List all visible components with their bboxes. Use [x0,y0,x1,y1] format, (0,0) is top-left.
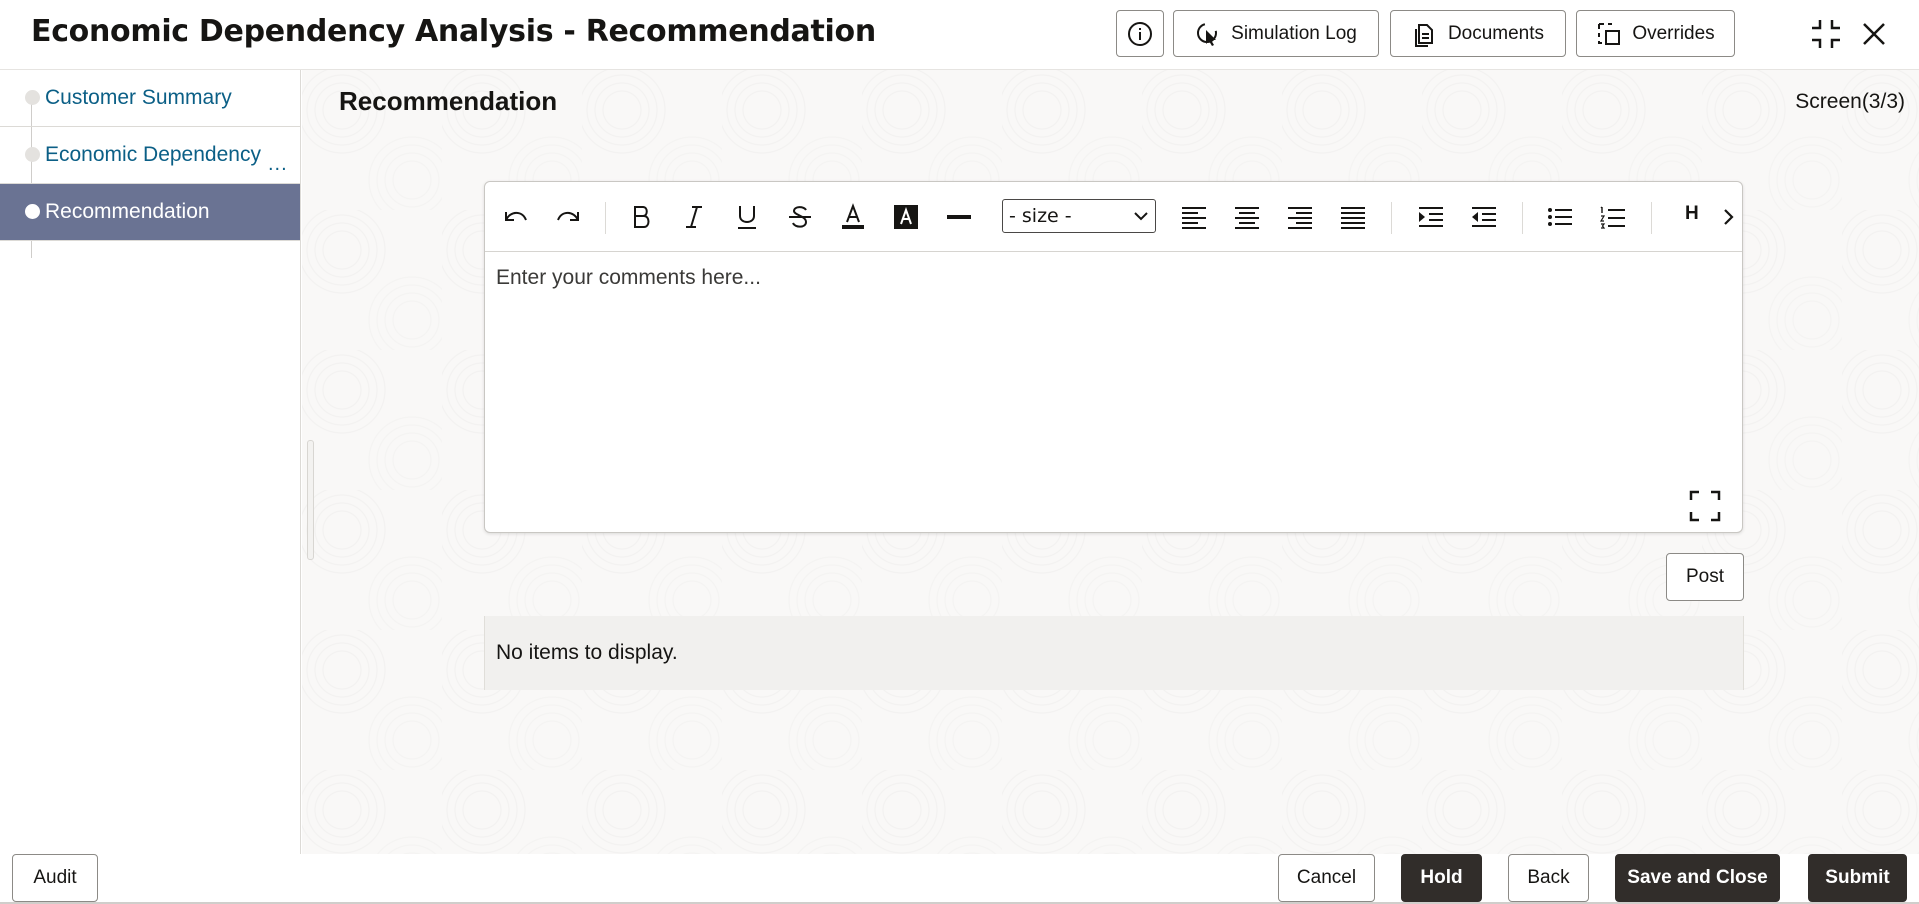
redo-icon [557,211,579,221]
simulation-log-label: Simulation Log [1231,22,1357,44]
screen-counter: Screen(3/3) [1795,90,1905,113]
font-color-icon [842,203,864,229]
strikethrough-icon [789,206,811,228]
sidebar-item-customer-summary[interactable]: Customer Summary [0,70,300,127]
underline-icon [738,206,756,229]
overrides-icon [1598,22,1621,45]
document-icon [1414,23,1433,47]
outdent-icon [1472,207,1496,227]
redo-button[interactable] [552,200,586,234]
comment-editor-area[interactable]: Enter your comments here... [485,253,1742,533]
strikethrough-button[interactable] [783,200,817,234]
align-left-button[interactable] [1177,200,1211,234]
comments-list: No items to display. [484,616,1744,690]
overflow-ellipsis: ... [268,153,288,175]
close-icon[interactable] [1856,16,1892,52]
bullet-list-button[interactable] [1543,200,1577,234]
background-color-icon [894,205,918,229]
empty-list-message: No items to display. [496,641,678,664]
submit-button[interactable]: Submit [1808,854,1907,902]
post-button[interactable]: Post [1666,553,1744,601]
chevron-right-icon [1724,209,1734,225]
sidebar-item-economic-dependency[interactable]: Economic Dependency ... [0,127,300,184]
info-button[interactable] [1116,10,1164,57]
splitter-handle[interactable] [307,440,314,560]
rich-text-editor: - size - H Enter your comments here... [484,181,1743,533]
sidebar-item-recommendation[interactable]: Recommendation [0,184,300,241]
window-title: Economic Dependency Analysis - Recommend… [31,14,876,49]
toolbar-divider [605,202,606,234]
horizontal-rule-button[interactable] [942,200,976,234]
step-indicator [25,204,40,219]
font-size-value: - size - [1009,205,1072,227]
numbered-list-icon [1599,206,1625,229]
save-and-close-button[interactable]: Save and Close [1615,854,1780,902]
toolbar-divider [1522,202,1523,234]
toolbar-more-button[interactable] [1712,200,1746,234]
horizontal-rule-icon [947,215,971,219]
chevron-down-icon [1134,212,1148,221]
documents-label: Documents [1447,22,1545,44]
toolbar-divider [1651,202,1652,234]
sidebar-navigation: Customer Summary Economic Dependency ...… [0,70,301,854]
minimize-window-icon[interactable] [1808,16,1844,52]
font-color-button[interactable] [836,200,870,234]
outdent-button[interactable] [1467,200,1501,234]
font-size-select[interactable]: - size - [1002,199,1156,233]
header-bar: Economic Dependency Analysis - Recommend… [0,0,1919,70]
indent-icon [1419,207,1443,227]
sidebar-item-label: Economic Dependency [45,143,261,166]
simulation-log-button[interactable]: Simulation Log [1173,10,1379,57]
italic-icon [686,206,702,228]
justify-icon [1341,207,1365,229]
bold-icon [634,206,650,228]
toolbar-divider [1391,202,1392,234]
bold-button[interactable] [624,200,658,234]
documents-button[interactable]: Documents [1390,10,1566,57]
align-center-icon [1235,207,1259,229]
fullscreen-icon[interactable] [1688,489,1722,523]
audit-button[interactable]: Audit [12,854,98,902]
editor-placeholder: Enter your comments here... [496,266,761,289]
numbered-list-button[interactable] [1596,200,1630,234]
page-title: Recommendation [339,86,558,116]
sidebar-item-label: Customer Summary [45,86,232,109]
overrides-button[interactable]: Overrides [1576,10,1735,57]
align-right-button[interactable] [1283,200,1317,234]
undo-button[interactable] [498,200,532,234]
align-right-icon [1288,207,1312,229]
align-center-button[interactable] [1230,200,1264,234]
cancel-button[interactable]: Cancel [1278,854,1375,902]
simulation-log-icon [1197,22,1218,46]
indent-button[interactable] [1414,200,1448,234]
undo-icon [505,211,527,221]
sidebar-item-label: Recommendation [45,200,210,223]
step-indicator [25,147,40,162]
background-color-button[interactable] [889,200,923,234]
align-left-icon [1182,207,1206,229]
bullet-list-icon [1548,208,1572,226]
heading-button[interactable]: H [1685,203,1699,225]
italic-button[interactable] [677,200,711,234]
info-icon [1128,21,1152,46]
editor-toolbar: - size - H [485,182,1742,252]
step-indicator [25,90,40,105]
back-button[interactable]: Back [1508,854,1589,902]
hold-button[interactable]: Hold [1401,854,1482,902]
underline-button[interactable] [730,200,764,234]
justify-button[interactable] [1336,200,1370,234]
overrides-label: Overrides [1632,22,1715,44]
